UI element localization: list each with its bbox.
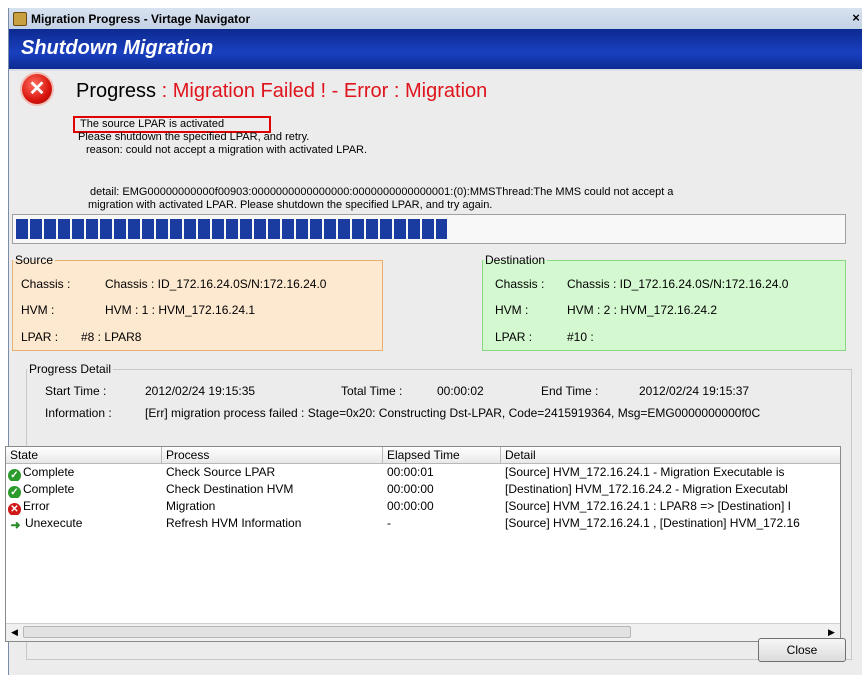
source-lpar-label: LPAR :: [21, 330, 59, 344]
start-time-label: Start Time :: [45, 384, 107, 398]
table-row[interactable]: ✕ Error Migration 00:00:00 [Source] HVM_1…: [6, 498, 840, 515]
source-legend: Source: [15, 253, 54, 267]
row-elapsed: 00:00:00: [387, 499, 434, 513]
error-icon: ✕: [22, 74, 52, 104]
row-process: Refresh HVM Information: [166, 516, 302, 530]
error-icon: ✕: [8, 503, 21, 515]
row-state: Complete: [23, 482, 75, 496]
scroll-right-icon[interactable]: ▶: [824, 625, 839, 639]
check-icon: ✓: [8, 486, 21, 498]
progress-bar: [12, 214, 846, 244]
source-hvm-value: HVM : 1 : HVM_172.16.24.1: [105, 303, 256, 317]
row-detail: [Destination] HVM_172.16.24.2 - Migratio…: [505, 482, 788, 496]
destination-lpar-value: #10 :: [567, 330, 594, 344]
source-lpar-value: #8 : LPAR8: [81, 330, 142, 344]
row-state: Unexecute: [25, 516, 83, 530]
end-time-value: 2012/02/24 19:15:37: [639, 384, 750, 398]
title-bar: Migration Progress - Virtage Navigator ×: [9, 8, 862, 29]
row-elapsed: 00:00:01: [387, 465, 434, 479]
row-detail: [Source] HVM_172.16.24.1 , [Destination]…: [505, 516, 800, 530]
table-row[interactable]: ➜ Unexecute Refresh HVM Information - [So…: [6, 515, 840, 532]
progress-table: State Process Elapsed Time Detail ✓ Compl…: [5, 446, 841, 642]
app-icon: [13, 11, 27, 26]
close-icon[interactable]: ×: [849, 10, 862, 26]
banner-title: Shutdown Migration: [21, 37, 214, 59]
column-header-elapsed[interactable]: Elapsed Time: [383, 447, 501, 463]
information-value: [Err] migration process failed : Stage=0…: [145, 406, 761, 420]
message-line-5: migration with activated LPAR. Please sh…: [88, 199, 493, 211]
scrollbar-thumb[interactable]: [23, 626, 631, 638]
row-detail: [Source] HVM_172.16.24.1 - Migration Exe…: [505, 465, 785, 479]
row-process: Check Destination HVM: [166, 482, 294, 496]
row-process: Migration: [166, 499, 216, 513]
progress-detail-group: Progress Detail Start Time : 2012/02/24 …: [5, 362, 852, 660]
total-time-label: Total Time :: [341, 384, 403, 398]
row-detail: [Source] HVM_172.16.24.1 : LPAR8 => [Des…: [505, 499, 791, 513]
table-row[interactable]: ✓ Complete Check Destination HVM 00:00:00…: [6, 481, 840, 498]
column-header-detail[interactable]: Detail: [501, 447, 840, 463]
table-row[interactable]: ✓ Complete Check Source LPAR 00:00:01 [So…: [6, 464, 840, 481]
window-title: Migration Progress - Virtage Navigator: [31, 11, 251, 26]
banner: Shutdown Migration: [9, 29, 862, 71]
row-elapsed: -: [387, 516, 391, 530]
progress-detail-legend: Progress Detail: [29, 362, 112, 376]
source-hvm-label: HVM :: [21, 303, 55, 317]
end-time-label: End Time :: [541, 384, 599, 398]
information-label: Information :: [45, 406, 112, 420]
destination-hvm-label: HVM :: [495, 303, 529, 317]
message-line-4: detail: EMG00000000000f00903:00000000000…: [90, 186, 674, 198]
progress-fill: [16, 219, 447, 239]
start-time-value: 2012/02/24 19:15:35: [145, 384, 256, 398]
column-header-process[interactable]: Process: [162, 447, 383, 463]
row-process: Check Source LPAR: [166, 465, 276, 479]
total-time-value: 00:00:02: [437, 384, 484, 398]
progress-separator: :: [161, 80, 168, 102]
row-state: Complete: [23, 465, 75, 479]
close-button[interactable]: Close: [758, 638, 846, 662]
destination-group: Destination Chassis : Chassis : ID_172.1…: [482, 253, 846, 351]
source-chassis-label: Chassis :: [21, 277, 71, 291]
scroll-left-icon[interactable]: ◀: [7, 625, 22, 639]
check-icon: ✓: [8, 469, 21, 481]
row-state: Error: [23, 499, 50, 513]
message-line-2: Please shutdown the specified LPAR, and …: [78, 131, 310, 143]
source-group: Source Chassis : Chassis : ID_172.16.24.…: [12, 253, 383, 351]
destination-chassis-label: Chassis :: [495, 277, 545, 291]
row-elapsed: 00:00:00: [387, 482, 434, 496]
progress-status: Progress : Migration Failed ! - Error : …: [76, 80, 487, 103]
unexecute-icon: ➜: [10, 518, 21, 532]
destination-hvm-value: HVM : 2 : HVM_172.16.24.2: [567, 303, 718, 317]
progress-value: Migration Failed ! - Error : Migration: [172, 80, 488, 102]
column-header-state[interactable]: State: [6, 447, 162, 463]
source-chassis-value: Chassis : ID_172.16.24.0S/N:172.16.24.0: [105, 277, 327, 291]
horizontal-scrollbar[interactable]: ◀ ▶: [6, 623, 840, 641]
destination-chassis-value: Chassis : ID_172.16.24.0S/N:172.16.24.0: [567, 277, 789, 291]
progress-label: Progress: [76, 80, 157, 102]
destination-lpar-label: LPAR :: [495, 330, 533, 344]
message-line-3: reason: could not accept a migration wit…: [86, 144, 368, 156]
table-header: State Process Elapsed Time Detail: [6, 447, 840, 464]
destination-legend: Destination: [485, 253, 546, 267]
